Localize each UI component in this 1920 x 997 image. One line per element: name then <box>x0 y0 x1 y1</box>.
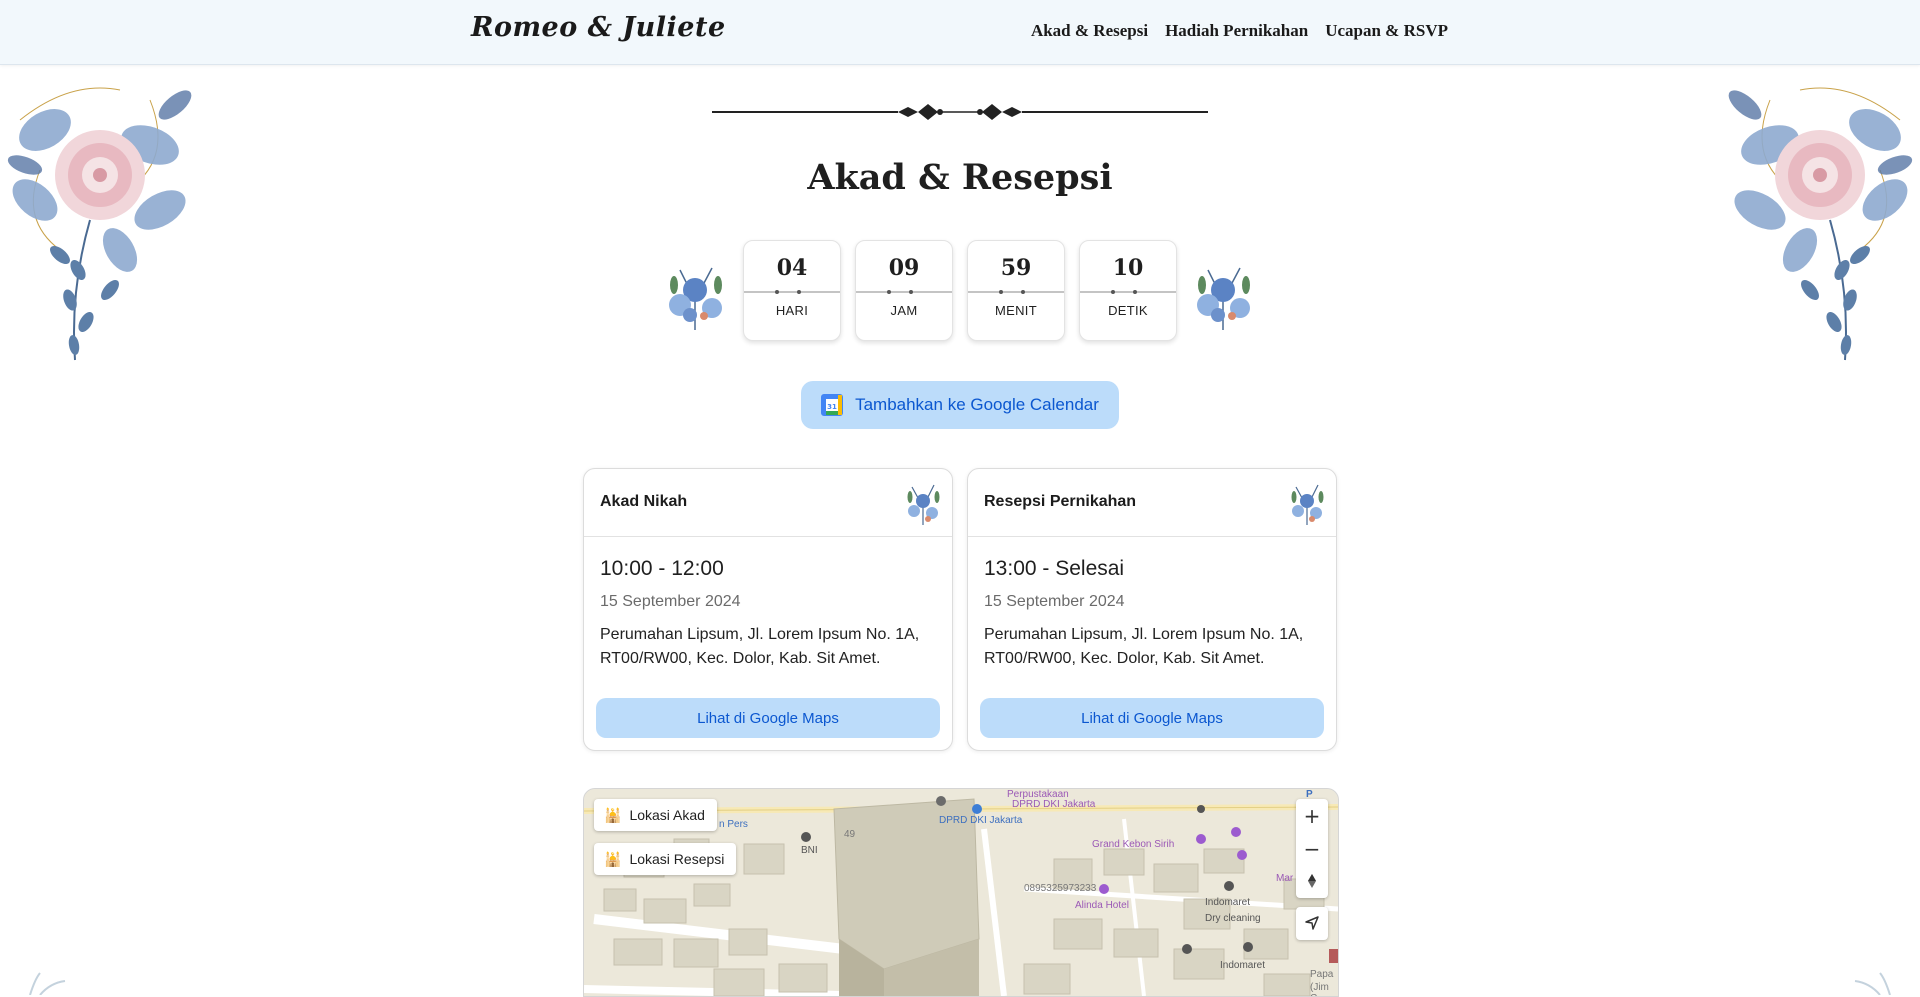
navbar: Romeo & Juliete Akad & Resepsi Hadiah Pe… <box>0 0 1920 65</box>
event-time: 13:00 - Selesai <box>984 557 1125 580</box>
event-card-akad: Akad Nikah 10:00 - 12:00 15 September 20… <box>583 468 953 751</box>
map-label: 0895325973233 <box>1024 883 1097 894</box>
event-card-resepsi: Resepsi Pernikahan 13:00 - Selesai 15 Se… <box>967 468 1337 751</box>
nav-link-ucapan-rsvp[interactable]: Ucapan & RSVP <box>1325 21 1448 41</box>
map-label: BNI <box>801 845 818 856</box>
ornamental-divider <box>712 104 1208 120</box>
map-marker-akad[interactable]: 🕌 Lokasi Akad <box>594 799 717 831</box>
map-marker-label: Lokasi Akad <box>629 807 705 823</box>
google-calendar-icon: 31 <box>821 394 844 416</box>
event-time: 10:00 - 12:00 <box>600 557 724 580</box>
leaf-decoration-bottom-right <box>1854 972 1891 995</box>
leaf-decoration-bottom-left <box>29 972 66 995</box>
google-calendar-icon-text: 31 <box>827 403 837 411</box>
mosque-icon: 🕌 <box>604 850 622 867</box>
countdown-timer: 04 HARI 09 JAM 59 MENIT 10 DETIK <box>0 240 1920 341</box>
map-marker-label: Lokasi Resepsi <box>629 851 725 867</box>
map-label: n Pers <box>719 819 748 830</box>
countdown-divider <box>744 290 840 294</box>
map-label: DPRD DKI Jakarta <box>1012 799 1096 810</box>
map-marker-resepsi[interactable]: 🕌 Lokasi Resepsi <box>594 843 737 875</box>
mosque-icon: 🕌 <box>604 806 622 823</box>
event-card-title: Resepsi Pernikahan <box>984 493 1137 510</box>
countdown-seconds: 10 DETIK <box>1079 240 1177 341</box>
map-label: Mar <box>1276 873 1294 884</box>
nav-link-hadiah-pernikahan[interactable]: Hadiah Pernikahan <box>1165 21 1308 41</box>
flower-icon <box>1291 484 1324 525</box>
map-label: Indomaret <box>1205 897 1251 908</box>
zoom-in-button[interactable]: + <box>1296 799 1328 832</box>
countdown-seconds-value: 10 <box>1112 255 1144 281</box>
countdown-divider <box>1080 290 1176 294</box>
map-label: Indomaret <box>1220 960 1266 971</box>
event-date: 15 September 2024 <box>984 593 1125 610</box>
nav-link-akad-resepsi[interactable]: Akad & Resepsi <box>1031 21 1148 41</box>
countdown-minutes-label: MENIT <box>995 303 1037 318</box>
event-card-title: Akad Nikah <box>600 493 688 510</box>
map-label: Grand Kebon Sirih <box>1092 839 1175 850</box>
countdown-days: 04 HARI <box>743 240 841 341</box>
event-date: 15 September 2024 <box>600 593 741 610</box>
section-title: Akad & Resepsi <box>807 157 1113 198</box>
countdown-hours: 09 JAM <box>855 240 953 341</box>
event-address: Perumahan Lipsum, Jl. Lorem Ipsum No. 1A… <box>600 626 920 667</box>
compass-button[interactable] <box>1296 865 1328 898</box>
countdown-minutes-value: 59 <box>1000 255 1032 281</box>
flower-icon <box>907 484 940 525</box>
map-zoom-controls: + − <box>1296 799 1328 898</box>
map-label: DPRD DKI Jakarta <box>939 815 1023 826</box>
geolocate-button[interactable] <box>1296 907 1328 940</box>
main-nav: Akad & Resepsi Hadiah Pernikahan Ucapan … <box>1031 21 1448 41</box>
event-card-header: Resepsi Pernikahan <box>968 469 1336 537</box>
map-label: Dry cleaning <box>1205 913 1261 924</box>
compass-icon <box>1308 873 1316 888</box>
bouquet-decoration-right <box>1197 267 1250 330</box>
countdown-minutes: 59 MENIT <box>967 240 1065 341</box>
event-address: Perumahan Lipsum, Jl. Lorem Ipsum No. 1A… <box>984 626 1304 667</box>
map-geolocate-control <box>1296 907 1328 940</box>
add-to-google-calendar-button[interactable]: 31 Tambahkan ke Google Calendar <box>801 381 1119 429</box>
map-label: Alinda Hotel <box>1075 900 1129 911</box>
view-on-google-maps-button-resepsi[interactable]: Lihat di Google Maps <box>980 698 1324 738</box>
brand-logo[interactable]: Romeo & Juliete <box>471 12 726 43</box>
countdown-hours-value: 09 <box>888 255 920 281</box>
map-label: 49 <box>844 829 856 840</box>
map-label: Papa <box>1310 969 1334 980</box>
zoom-out-button[interactable]: − <box>1296 832 1328 865</box>
countdown-divider <box>856 290 952 294</box>
countdown-days-value: 04 <box>776 255 808 281</box>
location-map[interactable]: Perpustakaan DPRD DKI Jakarta DPRD DKI J… <box>583 788 1339 997</box>
countdown-hours-label: JAM <box>890 303 918 318</box>
countdown-seconds-label: DETIK <box>1108 303 1148 318</box>
add-to-google-calendar-label: Tambahkan ke Google Calendar <box>855 395 1099 414</box>
countdown-days-label: HARI <box>775 303 809 318</box>
locate-arrow-icon <box>1305 915 1319 930</box>
countdown-divider <box>968 290 1064 294</box>
view-on-google-maps-button-akad[interactable]: Lihat di Google Maps <box>596 698 940 738</box>
event-card-header: Akad Nikah <box>584 469 952 537</box>
